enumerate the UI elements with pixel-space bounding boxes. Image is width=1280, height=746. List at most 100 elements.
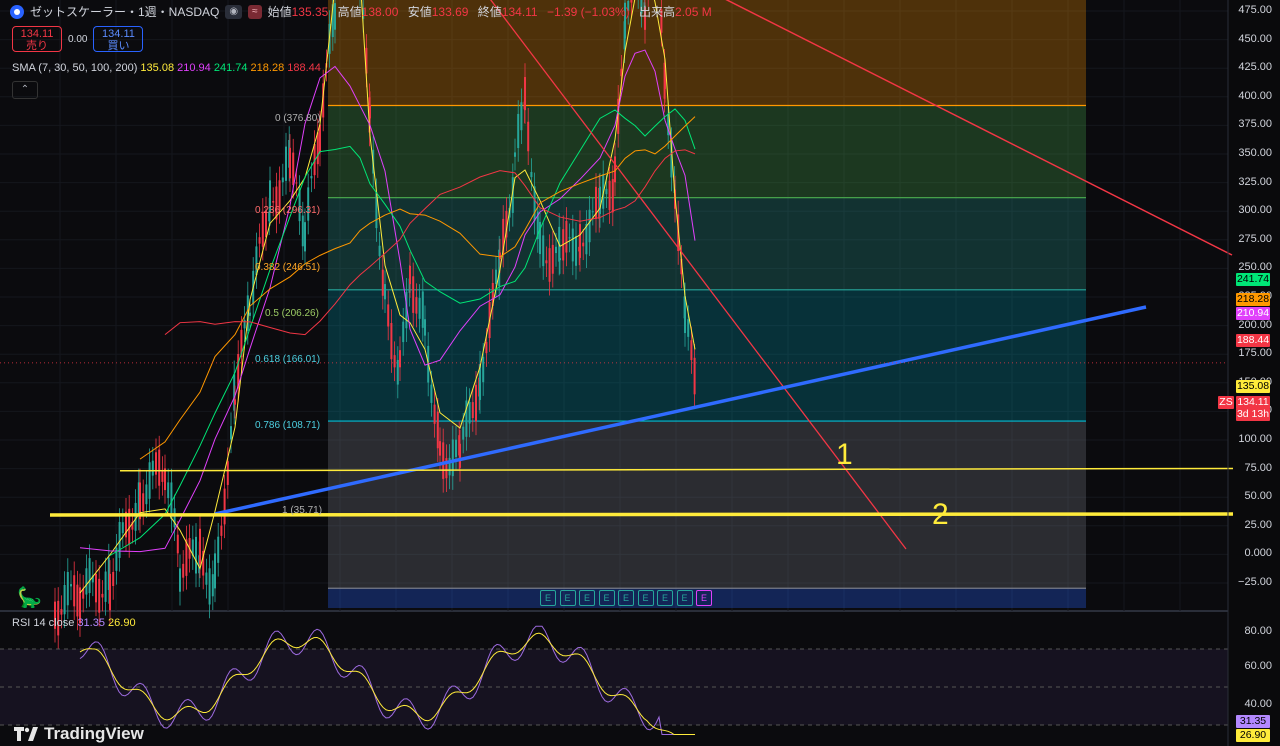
dinosaur-icon[interactable]: 🦕 xyxy=(17,585,42,610)
candle-body xyxy=(475,384,477,422)
candle-body xyxy=(109,573,111,611)
candle-body xyxy=(442,442,445,479)
zscaler-logo-icon xyxy=(10,4,24,19)
candle-body xyxy=(369,105,371,119)
candle-body xyxy=(378,245,381,256)
price-axis-tick: 475.00 xyxy=(1238,4,1272,16)
tradingview-mark-icon xyxy=(14,727,38,741)
candle-body xyxy=(73,575,76,607)
candle-body xyxy=(390,322,393,360)
candle-body xyxy=(591,211,594,213)
candle-body xyxy=(60,609,63,615)
price-axis-tick: 0.000 xyxy=(1244,547,1272,560)
candle-body xyxy=(568,237,571,239)
earnings-marker[interactable]: E xyxy=(559,590,576,606)
candle-body xyxy=(319,124,321,153)
candle-body xyxy=(611,179,614,213)
candle-body xyxy=(101,593,104,598)
candle-body xyxy=(214,553,216,589)
candle-body xyxy=(164,468,166,491)
candle-body xyxy=(524,77,526,111)
candle-body xyxy=(530,171,533,178)
price-axis-tick: 250.00 xyxy=(1238,261,1272,274)
candle-body xyxy=(514,152,516,157)
candle-body xyxy=(289,147,291,179)
buy-button[interactable]: 134.11 買い xyxy=(93,26,144,52)
candle-body xyxy=(121,522,124,534)
chevron-up-icon[interactable]: ⌃ xyxy=(12,81,38,99)
candle-body xyxy=(399,350,401,368)
candle-body xyxy=(161,470,164,482)
candle-body xyxy=(387,304,390,327)
candle-body xyxy=(430,384,433,403)
price-axis-tick: 175.00 xyxy=(1238,347,1272,360)
volume-value: 2.05 M xyxy=(675,5,712,19)
candle-body xyxy=(211,574,214,597)
candle-body xyxy=(381,269,384,296)
earnings-marker[interactable]: E xyxy=(676,590,693,606)
candle-body xyxy=(249,312,251,316)
rsi-tag: 31.35 xyxy=(1236,715,1270,728)
rsi-legend[interactable]: RSI 14 close 31.35 26.90 xyxy=(12,617,136,629)
earnings-marker[interactable]: E xyxy=(618,590,634,606)
price-chart-canvas[interactable] xyxy=(0,0,1280,746)
earnings-marker[interactable]: E xyxy=(579,590,595,606)
open-value: 135.35 xyxy=(291,5,329,19)
candle-body xyxy=(690,340,693,361)
support-annotation-1[interactable]: 1 xyxy=(836,438,853,472)
candle-body xyxy=(588,209,591,243)
fib-level-label[interactable]: 0.5 (206.26) xyxy=(265,308,319,319)
fib-zone xyxy=(328,421,1086,589)
approx-icon[interactable]: ≈ xyxy=(248,4,262,19)
support-annotation-2[interactable]: 2 xyxy=(932,498,949,532)
earnings-marker[interactable]: E xyxy=(540,590,556,606)
fib-level-label[interactable]: 0.786 (108.71) xyxy=(255,420,320,431)
price-axis-tick: −25.00 xyxy=(1238,576,1272,588)
candle-body xyxy=(548,248,551,282)
sell-button[interactable]: 134.11 売り xyxy=(12,26,62,52)
candle-body xyxy=(195,536,197,574)
price-axis-tick: 50.00 xyxy=(1244,490,1272,503)
earnings-marker[interactable]: E xyxy=(696,590,712,606)
high-value: 138.00 xyxy=(361,5,399,19)
rsi-ma-value: 26.90 xyxy=(108,617,136,629)
fib-level-label[interactable]: 0.236 (296.31) xyxy=(255,205,320,216)
candle-body xyxy=(104,571,107,602)
tradingview-logo[interactable]: TradingView xyxy=(14,724,144,744)
candle-body xyxy=(482,356,485,383)
eye-icon[interactable]: ◉ xyxy=(225,4,243,19)
sma-value: 135.08 xyxy=(140,62,175,74)
sma-legend[interactable]: SMA (7, 30, 50, 100, 200) 135.08 210.94 … xyxy=(12,62,321,74)
earnings-marker[interactable]: E xyxy=(657,590,673,606)
earnings-marker[interactable]: E xyxy=(598,590,615,606)
candle-body xyxy=(272,201,275,203)
symbol-title[interactable]: ゼットスケーラー・1週・NASDAQ xyxy=(30,3,219,20)
price-tag: 135.08 xyxy=(1236,380,1270,393)
candle-body xyxy=(226,461,229,485)
candle-body xyxy=(258,237,261,244)
candle-body xyxy=(439,441,441,456)
candle-body xyxy=(495,269,497,284)
price-axis-tick: 350.00 xyxy=(1238,147,1272,159)
fib-level-label[interactable]: 0.382 (246.51) xyxy=(255,262,320,273)
candle-body xyxy=(575,235,577,266)
earnings-marker[interactable]: E xyxy=(637,590,654,606)
spread-value: 0.00 xyxy=(68,33,88,45)
sma-value: 241.74 xyxy=(210,62,248,74)
fib-level-label[interactable]: 0.618 (166.01) xyxy=(255,354,320,365)
candle-body xyxy=(304,222,306,252)
candle-body xyxy=(384,284,386,300)
candle-body xyxy=(88,558,91,594)
price-axis-tick: 200.00 xyxy=(1238,318,1272,331)
symbol-badge[interactable]: ZS xyxy=(1218,396,1234,409)
price-axis-tick: 450.00 xyxy=(1238,32,1272,45)
fib-level-label[interactable]: 0 (376.80) xyxy=(275,113,321,124)
candle-body xyxy=(459,443,461,468)
candle-body xyxy=(199,528,201,565)
candle-body xyxy=(217,536,220,563)
price-tag: 241.74 xyxy=(1236,273,1270,286)
fib-level-label[interactable]: 1 (35.71) xyxy=(282,505,322,516)
candle-body xyxy=(571,228,574,262)
candle-body xyxy=(148,462,151,499)
candle-body xyxy=(555,246,557,254)
